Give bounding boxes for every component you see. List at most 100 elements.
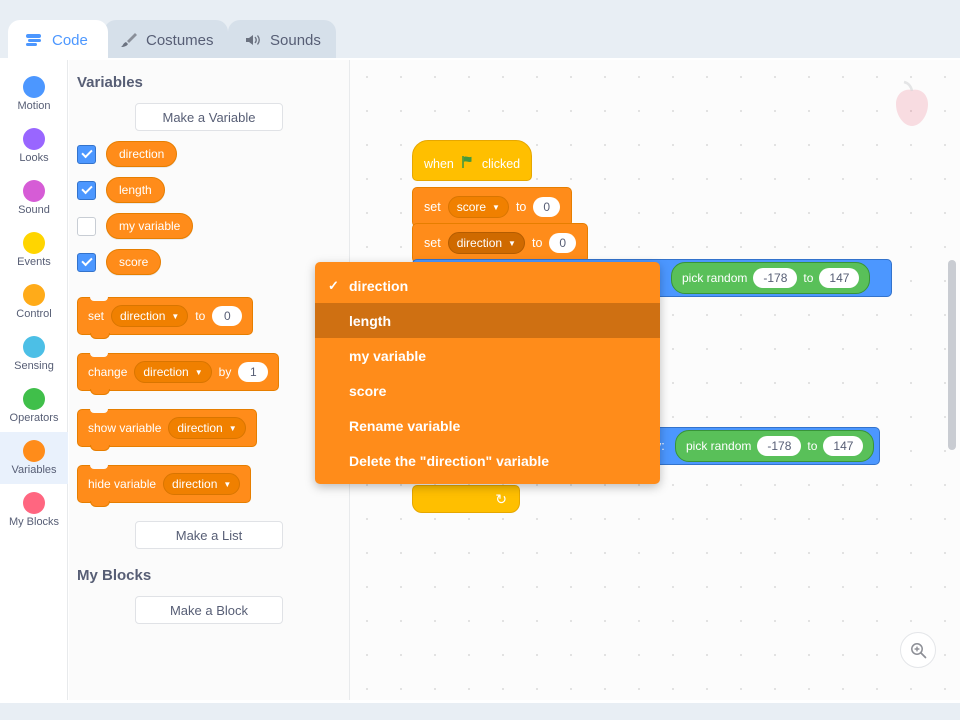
menu-item-length[interactable]: length [315,303,660,338]
set-score-to-label: to [515,200,527,214]
speaker-icon [244,30,262,50]
change-block-value-input[interactable]: 1 [238,362,269,382]
category-operators[interactable]: Operators [0,380,68,432]
palette-block-change-variable[interactable]: change direction ▼ by 1 [77,353,280,395]
variable-checkbox-direction[interactable] [77,144,96,164]
show-variable-label: show variable [88,421,162,435]
set-block-value-input[interactable]: 0 [212,306,243,326]
hide-variable-dropdown[interactable]: direction ▼ [163,473,241,495]
block-pick-random-bottom[interactable]: pick random -178 to 147 [675,430,875,462]
category-control[interactable]: Control [0,276,68,328]
variable-dropdown-menu[interactable]: ✓ direction length my variable score Ren… [315,262,660,484]
variable-pill-direction[interactable]: direction [106,141,178,167]
block-set-direction[interactable]: set direction ▼ to 0 [412,223,589,263]
category-events-label: Events [17,256,51,268]
category-sound[interactable]: Sound [0,172,68,224]
menu-item-my-variable[interactable]: my variable [315,338,660,373]
category-looks[interactable]: Looks [0,120,68,172]
my-blocks-color-dot [23,492,45,514]
category-events[interactable]: Events [0,224,68,276]
change-block-label: change [88,365,128,379]
canvas-vertical-scrollbar[interactable] [948,260,956,450]
block-palette[interactable]: Variables Make a Variable direction leng… [69,60,350,700]
set-score-value-input[interactable]: 0 [533,197,561,217]
block-forever-loop-foot[interactable]: ↻ [412,485,520,513]
tab-code-label: Code [52,31,88,49]
category-my-blocks[interactable]: My Blocks [0,484,68,536]
menu-item-rename-variable[interactable]: Rename variable [315,408,660,443]
code-blocks-icon [24,30,44,50]
chevron-down-icon: ▼ [223,479,232,489]
category-motion[interactable]: Motion [0,68,68,120]
menu-item-score[interactable]: score [315,373,660,408]
block-when-flag-clicked[interactable]: when clicked [412,140,533,181]
events-color-dot [23,232,45,254]
variable-pill-my-variable[interactable]: my variable [106,213,194,239]
sound-color-dot [23,180,45,202]
variables-color-dot [23,440,45,462]
pick-random-top-to-label: to [803,271,814,285]
variable-pill-score[interactable]: score [106,249,162,275]
set-block-variable-dropdown[interactable]: direction ▼ [111,305,189,327]
menu-item-delete-variable[interactable]: Delete the "direction" variable [315,443,660,478]
tab-bar: Code Costumes Sounds [0,20,960,60]
apple-sprite-icon [884,76,940,132]
palette-block-hide-variable[interactable]: hide variable direction ▼ [77,465,252,507]
block-pick-random-top[interactable]: pick random -178 to 147 [671,262,871,294]
clicked-label: clicked [481,156,521,171]
category-looks-label: Looks [19,152,49,164]
category-control-label: Control [16,308,52,320]
variable-row-length: length [77,177,349,203]
check-icon: ✓ [328,277,339,293]
variable-pill-length[interactable]: length [106,177,165,203]
category-my-blocks-label: My Blocks [8,516,60,528]
set-block-variable-name: direction [120,309,166,323]
set-block-label: set [88,309,105,323]
category-sensing[interactable]: Sensing [0,328,68,380]
show-variable-name: direction [177,421,223,435]
tab-code[interactable]: Code [8,20,108,60]
category-sound-label: Sound [18,204,50,216]
hide-variable-name: direction [172,477,218,491]
menu-item-direction[interactable]: ✓ direction [315,268,660,303]
palette-block-show-variable[interactable]: show variable direction ▼ [77,409,257,451]
set-direction-to-label: to [531,236,543,250]
menu-item-rename-variable-label: Rename variable [349,417,461,434]
make-a-block-button[interactable]: Make a Block [135,596,283,624]
loop-arrow-icon: ↻ [495,490,507,507]
paintbrush-icon [120,30,138,50]
motion-color-dot [23,76,45,98]
variable-checkbox-score[interactable] [77,252,96,272]
category-variables[interactable]: Variables [0,432,68,484]
show-variable-dropdown[interactable]: direction ▼ [168,417,246,439]
green-flag-icon [461,155,475,172]
pick-random-bottom-to[interactable]: 147 [823,436,864,456]
category-operators-label: Operators [9,412,59,424]
change-block-variable-dropdown[interactable]: direction ▼ [134,361,212,383]
make-a-variable-button[interactable]: Make a Variable [135,103,283,131]
make-a-list-button[interactable]: Make a List [135,521,283,549]
pick-random-top-to[interactable]: 147 [819,268,860,288]
chevron-down-icon: ▼ [228,423,237,433]
variable-checkbox-length[interactable] [77,180,96,200]
pick-random-bottom-to-label: to [807,439,818,453]
scratch-editor: Code Costumes Sounds Motion Looks Sound … [0,0,960,720]
menu-item-delete-variable-label: Delete the "direction" variable [349,452,550,469]
set-score-variable-dropdown[interactable]: score ▼ [447,196,509,218]
control-color-dot [23,284,45,306]
tab-costumes[interactable]: Costumes [104,20,228,60]
set-direction-variable-name: direction [456,236,503,250]
set-direction-variable-dropdown[interactable]: direction ▼ [447,232,525,254]
zoom-in-button[interactable] [900,632,936,668]
tab-sounds[interactable]: Sounds [228,20,336,60]
category-variables-label: Variables [11,464,57,476]
pick-random-top-from[interactable]: -178 [753,268,798,288]
variable-row-my-variable: my variable [77,213,349,239]
set-score-variable-name: score [456,200,487,214]
pick-random-bottom-from[interactable]: -178 [757,436,802,456]
palette-block-set-variable[interactable]: set direction ▼ to 0 [77,297,254,339]
variable-checkbox-my-variable[interactable] [77,216,96,236]
hide-variable-label: hide variable [88,477,157,491]
set-direction-value-input[interactable]: 0 [549,233,577,253]
block-set-score[interactable]: set score ▼ to 0 [412,187,573,227]
